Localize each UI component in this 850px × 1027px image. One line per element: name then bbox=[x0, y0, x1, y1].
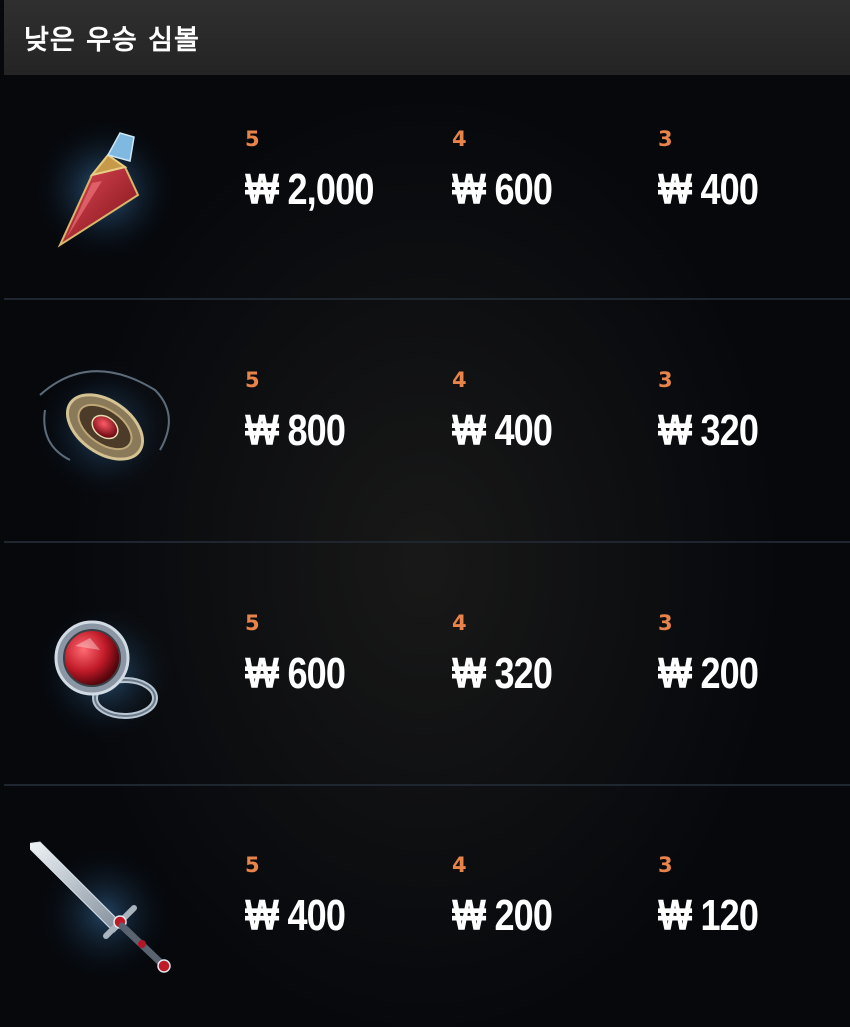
pay-5-of-kind: 5 ₩ 600 bbox=[245, 609, 445, 699]
pay-5-of-kind: 5 ₩ 2,000 bbox=[245, 125, 445, 215]
symbol-row-dagger: 5 ₩ 400 4 ₩ 200 3 ₩ 120 bbox=[0, 786, 850, 1026]
pay-count: 5 bbox=[245, 611, 260, 635]
symbol-row-potion: 5 ₩ 2,000 4 ₩ 600 3 ₩ 400 bbox=[0, 75, 850, 315]
pay-4-of-kind: 4 ₩ 320 bbox=[452, 609, 652, 699]
pay-4-of-kind: 4 ₩ 600 bbox=[452, 125, 652, 215]
pay-3-of-kind: 3 ₩ 400 bbox=[658, 125, 850, 215]
pay-count: 4 bbox=[452, 611, 467, 635]
pay-count: 4 bbox=[452, 853, 467, 877]
paytable-panel: 낮은 우승 심볼 5 ₩ 2,000 4 ₩ 600 3 ₩ 400 5 ₩ 8… bbox=[0, 0, 850, 1027]
pay-amount: ₩ 320 bbox=[658, 406, 759, 455]
pay-3-of-kind: 3 ₩ 120 bbox=[658, 851, 850, 941]
pay-amount: ₩ 200 bbox=[658, 649, 759, 698]
pay-amount: ₩ 200 bbox=[452, 891, 553, 940]
ruby-ring-icon bbox=[30, 598, 180, 748]
pay-amount: ₩ 400 bbox=[245, 891, 346, 940]
pay-4-of-kind: 4 ₩ 200 bbox=[452, 851, 652, 941]
symbol-row-ring: 5 ₩ 600 4 ₩ 320 3 ₩ 200 bbox=[0, 543, 850, 783]
pay-amount: ₩ 2,000 bbox=[245, 165, 374, 214]
pay-count: 5 bbox=[245, 368, 260, 392]
pay-5-of-kind: 5 ₩ 800 bbox=[245, 366, 445, 456]
pay-count: 3 bbox=[658, 611, 673, 635]
section-title: 낮은 우승 심볼 bbox=[24, 25, 200, 56]
pay-amount: ₩ 400 bbox=[452, 406, 553, 455]
section-header: 낮은 우승 심볼 bbox=[4, 0, 850, 75]
pay-3-of-kind: 3 ₩ 200 bbox=[658, 609, 850, 699]
pay-amount: ₩ 600 bbox=[452, 165, 553, 214]
pay-amount: ₩ 400 bbox=[658, 165, 759, 214]
pay-count: 4 bbox=[452, 127, 467, 151]
pay-amount: ₩ 120 bbox=[658, 891, 759, 940]
symbol-row-amulet: 5 ₩ 800 4 ₩ 400 3 ₩ 320 bbox=[0, 300, 850, 540]
ruby-dagger-icon bbox=[30, 834, 180, 984]
pay-amount: ₩ 800 bbox=[245, 406, 346, 455]
pay-count: 3 bbox=[658, 127, 673, 151]
pay-count: 5 bbox=[245, 127, 260, 151]
pay-count: 3 bbox=[658, 853, 673, 877]
potion-bottle-icon bbox=[30, 115, 180, 265]
ruby-amulet-icon bbox=[30, 355, 180, 505]
pay-amount: ₩ 320 bbox=[452, 649, 553, 698]
pay-count: 4 bbox=[452, 368, 467, 392]
pay-4-of-kind: 4 ₩ 400 bbox=[452, 366, 652, 456]
pay-3-of-kind: 3 ₩ 320 bbox=[658, 366, 850, 456]
pay-5-of-kind: 5 ₩ 400 bbox=[245, 851, 445, 941]
pay-amount: ₩ 600 bbox=[245, 649, 346, 698]
pay-count: 3 bbox=[658, 368, 673, 392]
pay-count: 5 bbox=[245, 853, 260, 877]
